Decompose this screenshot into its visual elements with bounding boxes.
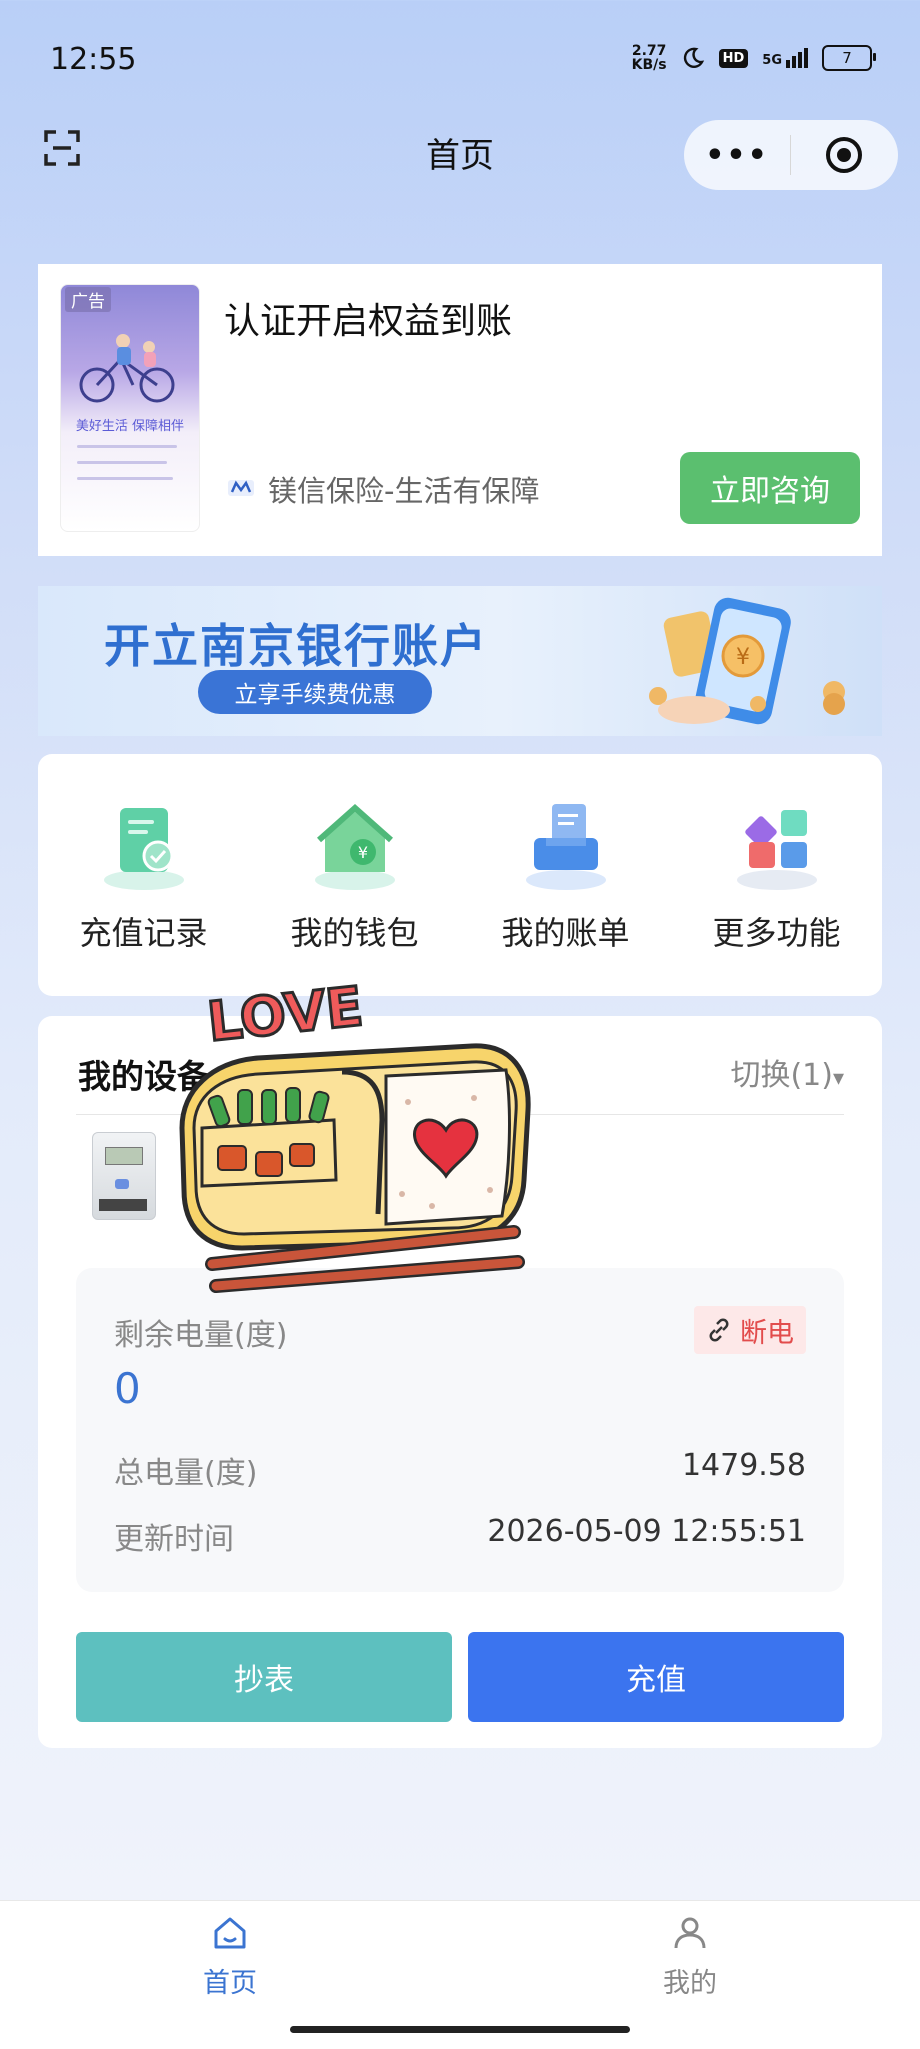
remaining-power-value: 0 [114, 1364, 141, 1413]
ad-title: 认证开启权益到账 [224, 301, 513, 342]
bank-banner-subtitle: 立享手续费优惠 [198, 670, 432, 714]
feature-label: 更多功能 [712, 914, 841, 952]
more-functions-icon [736, 810, 817, 890]
update-time-value: 2026-05-09 12:55:51 [487, 1514, 806, 1549]
love-text: LOVE [204, 980, 365, 1054]
brand-logo-icon [228, 480, 254, 496]
link-broken-icon [709, 1318, 729, 1342]
ad-image: 广告 美好生活 保障相伴 [60, 284, 200, 532]
bank-banner[interactable]: 开立南京银行账户 立享手续费优惠 ¥ [38, 586, 882, 736]
ad-image-line [77, 477, 173, 480]
consult-button[interactable]: 立即咨询 [680, 452, 860, 524]
svg-text:¥: ¥ [736, 645, 750, 670]
svg-text:¥: ¥ [357, 843, 367, 862]
feature-grid: 充值记录 ¥ 我的钱包 我的账单 更多功能 [38, 754, 882, 996]
caret-down-icon: ▾ [832, 1066, 844, 1091]
recharge-record-icon [103, 808, 184, 890]
power-off-badge: 断电 [694, 1306, 806, 1354]
home-icon [214, 1917, 246, 1949]
home-indicator [290, 2026, 630, 2033]
tab-home[interactable]: 首页 [160, 1913, 300, 2000]
total-power-value: 1479.58 [681, 1448, 806, 1483]
bicycle-illustration [79, 334, 175, 403]
feature-label: 我的钱包 [290, 914, 419, 952]
ad-tag[interactable]: 广告 [65, 287, 111, 312]
hd-badge: HD [718, 48, 749, 68]
wallet-icon: ¥ [314, 803, 395, 890]
user-icon [674, 1917, 706, 1949]
read-meter-button[interactable]: 抄表 [76, 1632, 452, 1722]
feature-recharge-record[interactable]: 充值记录 [38, 794, 249, 954]
feature-label: 充值记录 [79, 914, 208, 952]
bank-banner-title: 开立南京银行账户 [104, 619, 488, 673]
net-speed: 2.77 KB/s [631, 43, 667, 73]
ad-image-text: 美好生活 保障相伴 [75, 419, 185, 434]
tab-label: 首页 [203, 1968, 257, 1999]
love-bento-sticker[interactable]: LOVE [172, 980, 542, 1310]
feature-wallet[interactable]: ¥ 我的钱包 [249, 794, 460, 954]
update-time-label: 更新时间 [114, 1522, 234, 1557]
meter-stats-panel: 剩余电量(度) 0 断电 总电量(度) 1479.58 更新时间 2026-05… [76, 1268, 844, 1592]
more-button[interactable]: ••• [684, 138, 790, 173]
total-power-label: 总电量(度) [114, 1456, 258, 1491]
status-icons: 2.77 KB/s HD 5G 7 [631, 43, 876, 73]
ad-card[interactable]: 广告 美好生活 保障相伴 认证开启权益到账 镁信保险-生活有保障 立即咨询 [38, 264, 882, 556]
close-button[interactable] [791, 135, 897, 175]
feature-bill[interactable]: 我的账单 [460, 794, 671, 954]
ad-image-line [77, 445, 177, 448]
mini-program-capsule: ••• [684, 120, 898, 190]
ad-brand: 镁信保险-生活有保障 [268, 474, 540, 508]
status-time: 12:55 [50, 42, 137, 77]
tab-mine[interactable]: 我的 [620, 1913, 760, 2000]
ad-image-line [77, 461, 167, 464]
signal-icon: 5G [762, 48, 808, 68]
bill-icon [525, 804, 606, 890]
battery-icon: 7 [822, 45, 876, 71]
tab-label: 我的 [663, 1968, 717, 1999]
feature-more[interactable]: 更多功能 [671, 794, 882, 954]
feature-label: 我的账单 [501, 914, 630, 952]
remaining-power-label: 剩余电量(度) [114, 1318, 288, 1353]
recharge-button[interactable]: 充值 [468, 1632, 844, 1722]
moon-icon [683, 47, 704, 68]
phone-coin-illustration: ¥ [649, 597, 845, 725]
switch-device-dropdown[interactable]: 切换(1)▾ [730, 1050, 844, 1094]
target-icon [826, 137, 862, 173]
electric-meter-image[interactable] [92, 1132, 156, 1220]
